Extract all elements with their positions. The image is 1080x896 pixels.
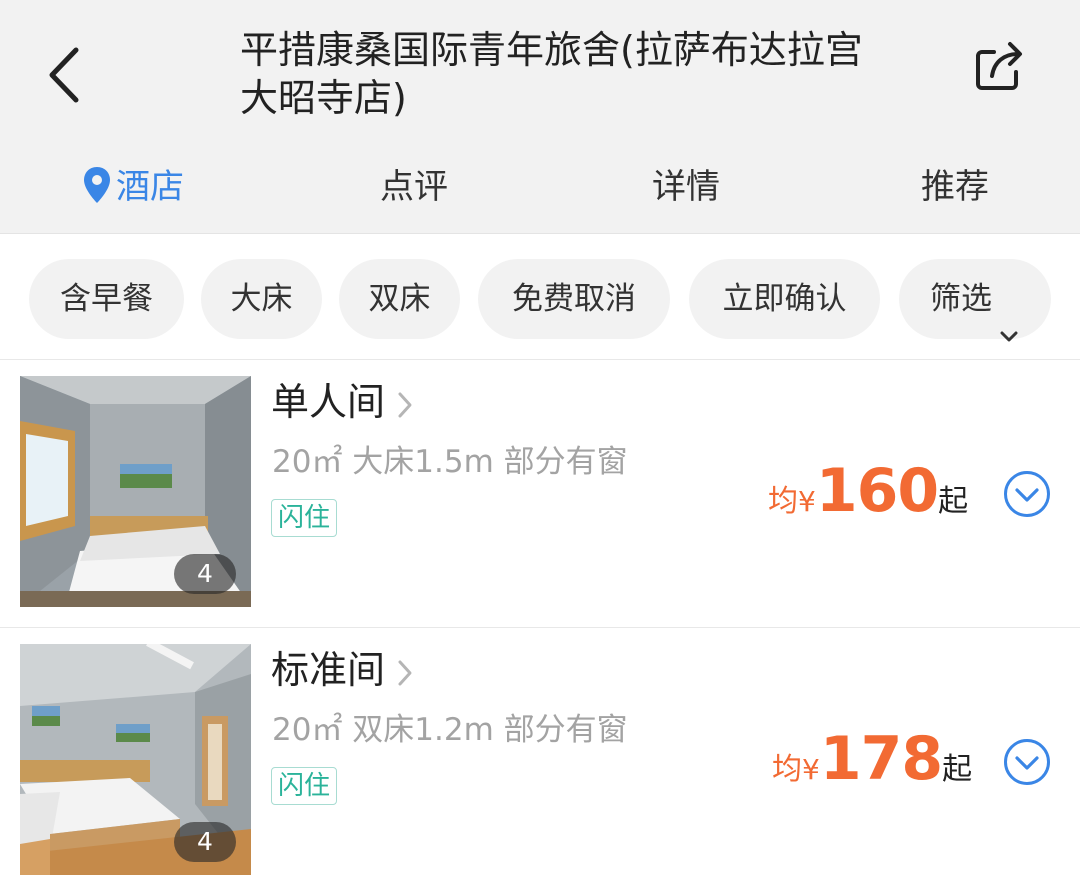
filter-more-button[interactable]: 筛选: [899, 259, 1051, 341]
currency-symbol: ¥: [798, 485, 816, 518]
hotel-title: 平措康桑国际青年旅舍(拉萨布达拉宫大昭寺店): [240, 28, 863, 120]
filter-free-cancel-chip[interactable]: 免费取消: [478, 259, 670, 339]
room-specs: 20㎡ 双床1.2m 部分有窗: [272, 712, 628, 748]
room-photo[interactable]: 4: [20, 644, 251, 875]
filter-breakfast-chip[interactable]: 含早餐: [29, 259, 184, 339]
filter-bar: 含早餐 大床 双床 免费取消 立即确认 筛选: [0, 235, 1080, 360]
photo-count-badge: 4: [174, 554, 236, 594]
filter-king-bed-chip[interactable]: 大床: [201, 259, 322, 339]
expand-room-button[interactable]: [1003, 738, 1051, 786]
price-suffix: 起: [938, 484, 969, 519]
chevron-right-icon: [395, 653, 415, 687]
tab-recommend[interactable]: 推荐: [921, 158, 989, 216]
room-name-button[interactable]: 单人间: [271, 378, 415, 426]
filter-twin-bed-chip[interactable]: 双床: [339, 259, 460, 339]
tab-review[interactable]: 点评: [380, 158, 448, 216]
back-arrow-icon: [49, 47, 79, 103]
flash-stay-badge: 闪住: [271, 767, 338, 805]
room-name: 单人间: [271, 380, 386, 424]
room-price: 均¥160起: [768, 456, 968, 526]
chevron-circle-down-icon: [1004, 739, 1050, 785]
tab-hotel[interactable]: 酒店: [82, 158, 184, 216]
price-value: 178: [819, 724, 943, 794]
room-specs: 20㎡ 大床1.5m 部分有窗: [272, 444, 628, 480]
price-prefix: 均: [768, 484, 798, 519]
room-row[interactable]: 4 标准间 20㎡ 双床1.2m 部分有窗 闪住 均¥178起: [0, 628, 1080, 896]
currency-symbol: ¥: [802, 753, 820, 786]
chevron-down-icon: [998, 294, 1020, 341]
price-value: 160: [815, 456, 939, 526]
share-icon: [976, 42, 1022, 90]
expand-room-button[interactable]: [1003, 470, 1051, 518]
share-button[interactable]: [970, 38, 1030, 94]
filter-more-label: 筛选: [930, 281, 992, 317]
back-button[interactable]: [38, 40, 98, 110]
location-pin-icon: [82, 165, 112, 205]
chevron-circle-down-icon: [1004, 471, 1050, 517]
tab-bar: 酒店 点评 详情 推荐: [0, 158, 1080, 216]
flash-stay-badge: 闪住: [271, 499, 338, 537]
tab-detail[interactable]: 详情: [652, 158, 720, 216]
price-suffix: 起: [942, 752, 973, 787]
room-row[interactable]: 4 单人间 20㎡ 大床1.5m 部分有窗 闪住 均¥160起: [0, 360, 1080, 628]
tab-hotel-label: 酒店: [116, 167, 184, 207]
room-photo[interactable]: 4: [20, 376, 251, 607]
header-bar: 平措康桑国际青年旅舍(拉萨布达拉宫大昭寺店) 酒店 点评 详情 推荐: [0, 0, 1080, 234]
filter-instant-confirm-chip[interactable]: 立即确认: [689, 259, 880, 339]
price-prefix: 均: [772, 752, 802, 787]
photo-count-badge: 4: [174, 822, 236, 862]
chevron-right-icon: [395, 385, 415, 419]
room-name: 标准间: [271, 648, 386, 692]
room-price: 均¥178起: [772, 724, 972, 794]
room-name-button[interactable]: 标准间: [271, 646, 415, 694]
